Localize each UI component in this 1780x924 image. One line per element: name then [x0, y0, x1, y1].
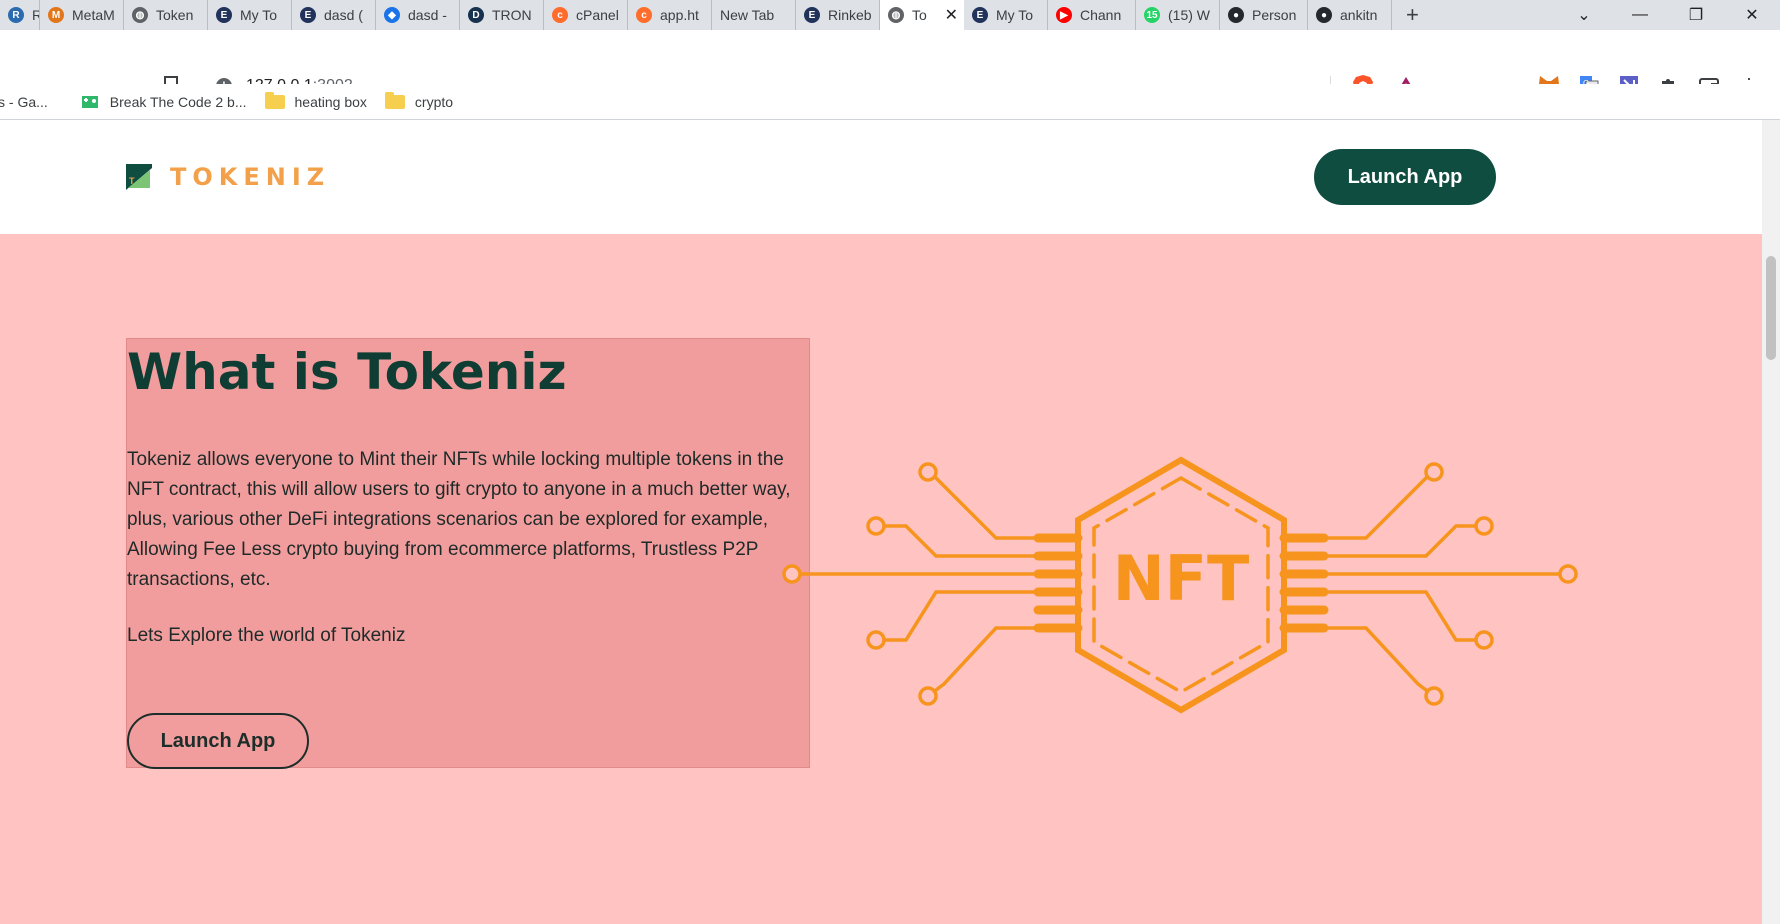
nft-label: NFT: [1113, 542, 1250, 615]
bookmark-folder-crypto[interactable]: crypto: [384, 91, 454, 110]
tab-label: My To: [996, 7, 1034, 23]
window-controls: ⌄ — ❐ ✕: [1556, 0, 1780, 30]
globe-icon: ◍: [132, 7, 148, 23]
youtube-icon: ▶: [1056, 7, 1072, 23]
close-window-icon[interactable]: ✕: [1724, 5, 1780, 25]
whatsapp-icon: 15: [1144, 7, 1160, 23]
browser-tab[interactable]: c app.ht: [628, 0, 712, 30]
tab-strip: RRemixMMetaM◍TokenEMy ToEdasd (◆dasd -DT…: [0, 0, 1780, 30]
browser-tab[interactable]: ▶ Chann: [1048, 0, 1136, 30]
folder-icon: [264, 91, 285, 109]
browser-tab[interactable]: ◍ Token: [124, 0, 208, 30]
about-description: Tokeniz allows everyone to Mint their NF…: [127, 449, 791, 590]
tab-label: New Tab: [720, 7, 775, 23]
tab-label: Remix: [32, 7, 39, 23]
browser-tab[interactable]: E Rinkeb: [796, 0, 880, 30]
cpanel-icon: c: [636, 7, 652, 23]
tab-label: To: [912, 7, 927, 23]
bookmark-item-break-the-code[interactable]: Break The Code 2 b...: [80, 93, 247, 111]
scrollbar-thumb[interactable]: [1766, 256, 1776, 360]
tab-label: Rinkeb: [828, 7, 872, 23]
site-logo[interactable]: T TOKENIZ: [126, 163, 330, 191]
globe-icon: ◍: [888, 7, 904, 23]
browser-toolbar: ! 127.0.0.1:3002 G ⋮: [0, 30, 1780, 104]
browser-tab[interactable]: Edasd (: [292, 0, 376, 30]
browser-tab[interactable]: 15 (15) W: [1136, 0, 1220, 30]
bookmark-label: s - Ga...: [0, 93, 48, 110]
etherscan-icon: E: [300, 7, 316, 23]
browser-tab[interactable]: ◆ dasd -: [376, 0, 460, 30]
tab-label: app.ht: [660, 7, 699, 23]
etherscan-icon: E: [972, 7, 988, 23]
about-card: What is Tokeniz Tokeniz allows everyone …: [126, 338, 810, 769]
launch-app-button[interactable]: Launch App: [1314, 149, 1496, 205]
bookmark-folder-heating-box[interactable]: heating box: [264, 91, 367, 110]
cpanel-icon: c: [552, 7, 568, 23]
etherscan-icon: E: [216, 7, 232, 23]
browser-tab[interactable]: New Tab: [712, 0, 796, 30]
restore-icon[interactable]: ❐: [1668, 5, 1724, 25]
minimize-icon[interactable]: —: [1612, 6, 1668, 24]
logo-text: TOKENIZ: [170, 163, 331, 191]
tab-label: ankitn: [1340, 7, 1378, 23]
tab-label: (15) W: [1168, 7, 1210, 23]
tab-label: Person: [1252, 7, 1297, 23]
new-tab-button[interactable]: +: [1392, 0, 1433, 30]
browser-tab[interactable]: ● ankitn: [1308, 0, 1392, 30]
nft-circuit-illustration: NFT: [782, 456, 1578, 714]
github-icon: ●: [1316, 7, 1332, 23]
etherscan-icon: E: [804, 7, 820, 23]
github-icon: ●: [1228, 7, 1244, 23]
browser-tab[interactable]: c cPanel: [544, 0, 628, 30]
bookmark-label: crypto: [414, 93, 454, 110]
browser-tab[interactable]: E My To: [208, 0, 292, 30]
tab-label: dasd -: [408, 7, 447, 23]
close-tab-icon[interactable]: ✕: [939, 5, 958, 25]
page-title: What is Tokeniz: [127, 343, 567, 401]
metamask-fox-icon: M: [48, 7, 64, 23]
d-app-icon: D: [468, 7, 484, 23]
bookmark-item-games[interactable]: s - Ga...: [0, 94, 48, 110]
folder-icon: [384, 91, 405, 109]
tab-search-icon[interactable]: ⌄: [1556, 5, 1612, 25]
drive-icon: ◆: [384, 7, 400, 23]
tokeniz-logo-icon: T: [126, 164, 152, 190]
page-scrollbar[interactable]: [1762, 120, 1780, 924]
explore-text: Lets Explore the world of Tokeniz: [127, 625, 406, 646]
page-viewport: T TOKENIZ Launch App What is Tokeniz Tok…: [0, 120, 1762, 924]
browser-tab[interactable]: M MetaM: [40, 0, 124, 30]
tab-label: dasd (: [324, 7, 363, 23]
tab-label: MetaM: [72, 7, 115, 23]
browser-tab[interactable]: E My To: [964, 0, 1048, 30]
tab-label: Token: [156, 7, 194, 23]
browser-tab[interactable]: D TRON: [460, 0, 544, 30]
browser-tab[interactable]: ● Person: [1220, 0, 1308, 30]
bookmark-label: Break The Code 2 b...: [109, 93, 247, 110]
bookmark-label: heating box: [294, 93, 367, 110]
tab-label: Chann: [1080, 7, 1122, 23]
site-header: T TOKENIZ Launch App: [0, 120, 1762, 234]
browser-tab[interactable]: ◍ To ✕: [880, 0, 964, 30]
tab-label: TRON: [492, 7, 532, 23]
svg-text:T: T: [129, 176, 135, 186]
hero-launch-app-button[interactable]: Launch App: [127, 713, 309, 769]
bookmarks-bar: s - Ga... Break The Code 2 b... heating …: [0, 84, 1780, 120]
tab-label: cPanel: [576, 7, 619, 23]
tab-label: My To: [240, 7, 278, 23]
browser-tab[interactable]: R Remix: [0, 0, 40, 30]
game-favicon-icon: [81, 95, 98, 108]
remix-icon: R: [8, 7, 24, 23]
